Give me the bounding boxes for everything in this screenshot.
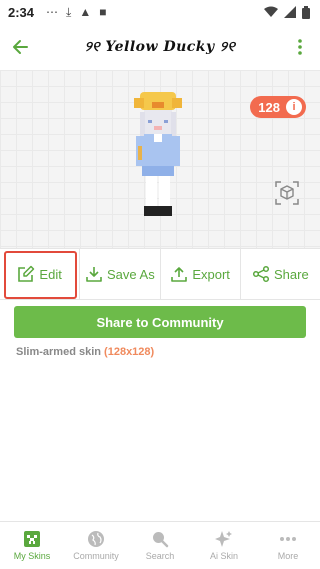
nav-more[interactable]: More [256, 522, 320, 569]
search-icon [153, 532, 169, 548]
nav-more-label: More [277, 551, 299, 561]
skin-preview[interactable]: 128 i [0, 70, 320, 248]
edit-highlight-box [4, 251, 77, 299]
bottom-navigation: My Skins Community Search Ai Skin More [0, 521, 320, 569]
download-icon [86, 267, 102, 282]
upload-icon [171, 267, 188, 282]
status-time: 2:34 [8, 4, 35, 20]
skin-size-label: (128x128) [104, 346, 155, 358]
back-button[interactable] [0, 24, 40, 70]
3d-cube-icon[interactable] [274, 180, 300, 206]
globe-icon [88, 531, 104, 547]
nav-community[interactable]: Community [64, 522, 128, 569]
dots-icon: ⋯ [46, 5, 59, 19]
sparkle-icon [215, 531, 232, 547]
skin-actions-bar: Edit Save As Export Share [0, 248, 320, 300]
status-bar: 2:34 ⋯ ⤓ ▲ ■ [0, 0, 320, 24]
nav-search[interactable]: Search [128, 522, 192, 569]
export-button[interactable]: Export [161, 249, 241, 299]
app-a-icon: ▲ [79, 5, 92, 19]
page-title: ୨୧ Yellow Ducky ୨୧ [84, 39, 236, 55]
share-button[interactable]: Share [241, 249, 320, 299]
nav-my-skins[interactable]: My Skins [0, 522, 64, 569]
nav-search-label: Search [145, 551, 175, 561]
skin-model-image [134, 92, 182, 216]
battery-icon [302, 5, 310, 19]
back-arrow-icon [13, 40, 28, 54]
edit-button[interactable]: Edit [0, 249, 81, 299]
export-label: Export [192, 266, 230, 282]
skin-type-label: Slim-armed skin [16, 346, 101, 358]
overflow-menu-button[interactable] [280, 24, 320, 70]
share-to-community-button[interactable]: Share to Community [14, 306, 306, 338]
status-notification-icons: ⋯ ⤓ ▲ ■ [46, 5, 106, 20]
info-icon: i [286, 99, 302, 115]
share-icon [252, 265, 270, 283]
save-as-button[interactable]: Save As [80, 249, 161, 299]
more-vert-icon [298, 39, 302, 55]
badge-count: 128 [258, 99, 280, 115]
download-icon: ⤓ [66, 4, 72, 19]
square-icon: ■ [99, 5, 107, 19]
nav-community-label: Community [73, 551, 119, 561]
nav-ai-skin[interactable]: Ai Skin [192, 522, 256, 569]
app-bar: ୨୧ Yellow Ducky ୨୧ [0, 24, 320, 70]
share-label: Share [274, 266, 309, 282]
more-icon [280, 537, 296, 541]
nav-ai-skin-label: Ai Skin [209, 551, 238, 561]
creeper-icon [24, 531, 40, 547]
status-system-icons [264, 5, 310, 19]
signal-icon [284, 6, 296, 18]
skin-info: Slim-armed skin (128x128) [16, 346, 154, 358]
skin-count-badge[interactable]: 128 i [250, 96, 306, 118]
nav-my-skins-label: My Skins [13, 551, 51, 561]
wifi-icon [264, 6, 278, 17]
save-as-label: Save As [107, 266, 155, 282]
